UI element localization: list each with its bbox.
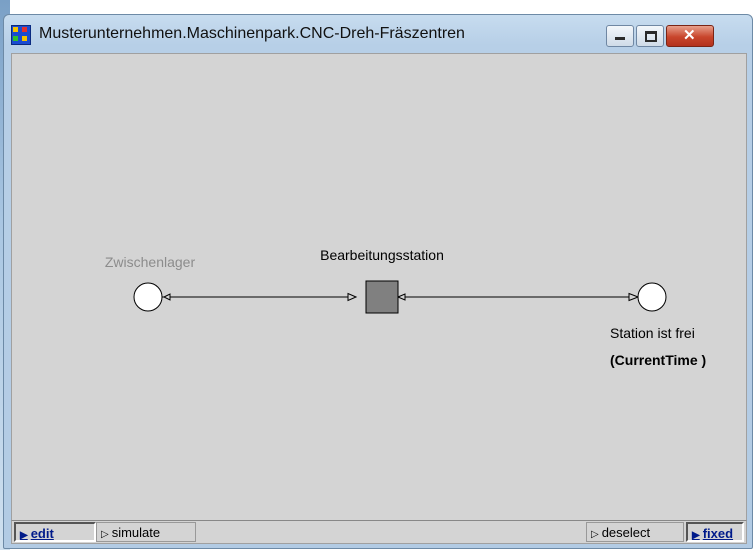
arc-tail-marker — [162, 293, 171, 301]
edit-label: edit — [30, 526, 54, 541]
app-icon — [11, 25, 31, 45]
play-icon: ▶ — [20, 530, 28, 541]
title-bar[interactable]: Musterunternehmen.Maschinenpark.CNC-Dreh… — [4, 15, 752, 53]
fixed-button[interactable]: ▶ fixed — [686, 522, 744, 542]
mode-bar: ▶ edit ▷ simulate ▷ deselect ▶ fixed — [11, 520, 747, 544]
transition-label: Bearbeitungsstation — [320, 247, 444, 263]
transition-bearbeitungsstation[interactable] — [365, 280, 399, 314]
place-zwischenlager-label: Zwischenlager — [105, 254, 196, 270]
petri-net-canvas[interactable]: Zwischenlager Bearbeitungsstation Statio… — [11, 53, 747, 522]
deselect-button[interactable]: ▷ deselect — [586, 522, 684, 542]
simulate-mode-button[interactable]: ▷ simulate — [96, 522, 196, 542]
close-button[interactable]: ✕ — [666, 25, 714, 47]
play-outline-icon: ▷ — [101, 529, 109, 540]
place-station-ist-frei[interactable] — [637, 282, 667, 312]
arc-tail-marker — [396, 293, 406, 301]
edit-mode-button[interactable]: ▶ edit — [14, 522, 96, 542]
arc-arrowhead — [347, 292, 358, 302]
place-time-annotation: (CurrentTime ) — [610, 352, 706, 368]
close-icon: ✕ — [683, 27, 696, 44]
minimize-button[interactable] — [606, 25, 634, 47]
fixed-label: fixed — [702, 526, 734, 541]
maximize-button[interactable] — [636, 25, 664, 47]
net-drawing[interactable]: Zwischenlager Bearbeitungsstation Statio… — [12, 54, 746, 521]
play-icon: ▶ — [692, 530, 700, 541]
place-station-ist-frei-label: Station ist frei — [610, 325, 695, 341]
app-window: Musterunternehmen.Maschinenpark.CNC-Dreh… — [3, 14, 753, 549]
place-zwischenlager[interactable] — [133, 282, 163, 312]
maximize-icon — [645, 31, 657, 42]
simulate-label: simulate — [111, 525, 161, 540]
window-title: Musterunternehmen.Maschinenpark.CNC-Dreh… — [39, 25, 465, 42]
minimize-icon — [615, 37, 625, 40]
arc-arrowhead — [628, 292, 640, 302]
play-outline-icon: ▷ — [591, 529, 599, 540]
deselect-label: deselect — [601, 525, 651, 540]
